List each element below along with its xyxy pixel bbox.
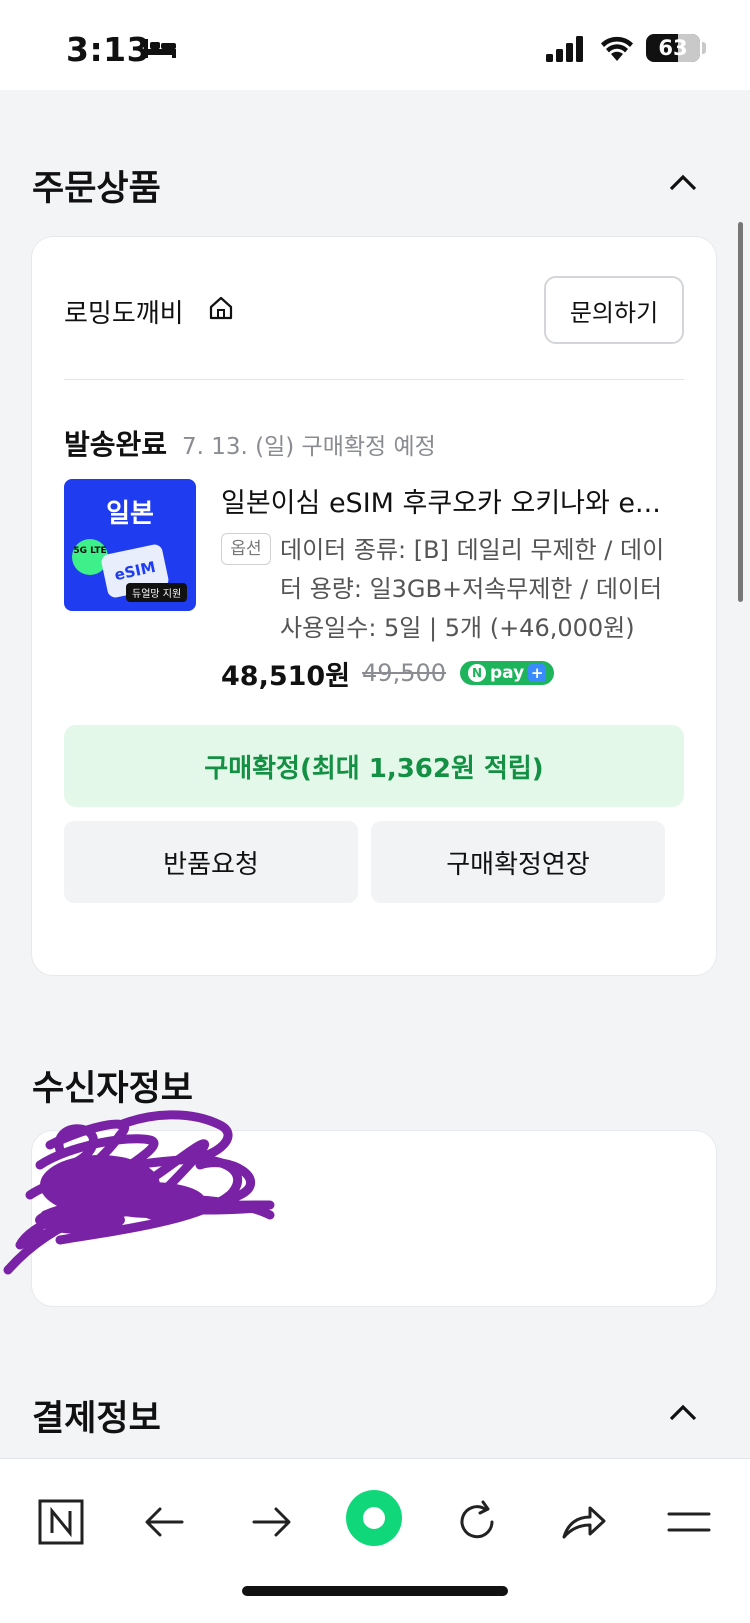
option-text: 데이터 종류: [B] 데일리 무제한 / 데이터 용량: 일3GB+저속무제한… (280, 536, 665, 642)
chevron-up-icon[interactable] (668, 1402, 698, 1422)
home-icon[interactable] (208, 295, 234, 321)
price-row: 48,510원 49,500 N pay + (221, 653, 555, 693)
battery-indicator: 63 (646, 34, 700, 62)
home-indicator[interactable] (242, 1586, 508, 1596)
section-title-recipient: 수신자정보 (32, 1069, 194, 1109)
seller-name[interactable]: 로밍도깨비 (64, 293, 184, 330)
confirm-extend-button[interactable]: 구매확정연장 (371, 821, 665, 903)
wifi-icon (601, 36, 633, 61)
inquiry-button[interactable]: 문의하기 (544, 276, 684, 344)
scrollbar[interactable] (738, 222, 743, 602)
status-bar: 3:13 63 (0, 0, 750, 90)
thumb-title: 일본 (106, 499, 154, 529)
status-time: 3:13 (66, 30, 151, 69)
divider (64, 379, 684, 380)
section-title-payment: 결제정보 (32, 1399, 161, 1439)
plus-icon: + (528, 664, 547, 682)
refresh-icon[interactable] (452, 1497, 502, 1547)
price-final: 48,510원 (221, 660, 351, 692)
shipping-status: 발송완료 (64, 428, 168, 461)
battery-level: 63 (658, 36, 688, 60)
thumb-tag: 듀얼망 지원 (126, 583, 188, 602)
shipping-date-note: 7. 13. (일) 구매확정 예정 (182, 434, 436, 460)
order-card: 로밍도깨비 문의하기 발송완료 7. 13. (일) 구매확정 예정 일본 5G… (31, 236, 717, 976)
product-thumbnail[interactable]: 일본 5G LTE eSIM 듀얼망 지원 (64, 479, 196, 611)
bottom-toolbar (0, 1458, 750, 1623)
battery-tip (702, 42, 706, 54)
back-arrow-icon[interactable] (140, 1497, 190, 1547)
section-title-order: 주문상품 (32, 169, 161, 209)
forward-arrow-icon[interactable] (246, 1497, 296, 1547)
redaction-scribble (3, 1110, 275, 1275)
signal-icon (546, 36, 583, 62)
share-icon[interactable] (558, 1497, 608, 1547)
return-request-button[interactable]: 반품요청 (64, 821, 358, 903)
chevron-up-icon[interactable] (668, 172, 698, 192)
npay-label: pay (490, 663, 525, 683)
naver-n-icon[interactable] (36, 1497, 86, 1547)
naver-n-icon: N (468, 664, 487, 682)
price-original: 49,500 (362, 659, 447, 687)
bed-icon (144, 39, 176, 58)
purchase-confirm-button[interactable]: 구매확정(최대 1,362원 적립) (64, 725, 684, 807)
npay-badge: N pay + (460, 661, 555, 685)
menu-icon[interactable] (664, 1497, 714, 1547)
product-name[interactable]: 일본이심 eSIM 후쿠오카 오키나와 e... (221, 481, 686, 520)
option-tag: 옵션 (221, 533, 271, 565)
green-dot-icon[interactable] (345, 1489, 403, 1547)
